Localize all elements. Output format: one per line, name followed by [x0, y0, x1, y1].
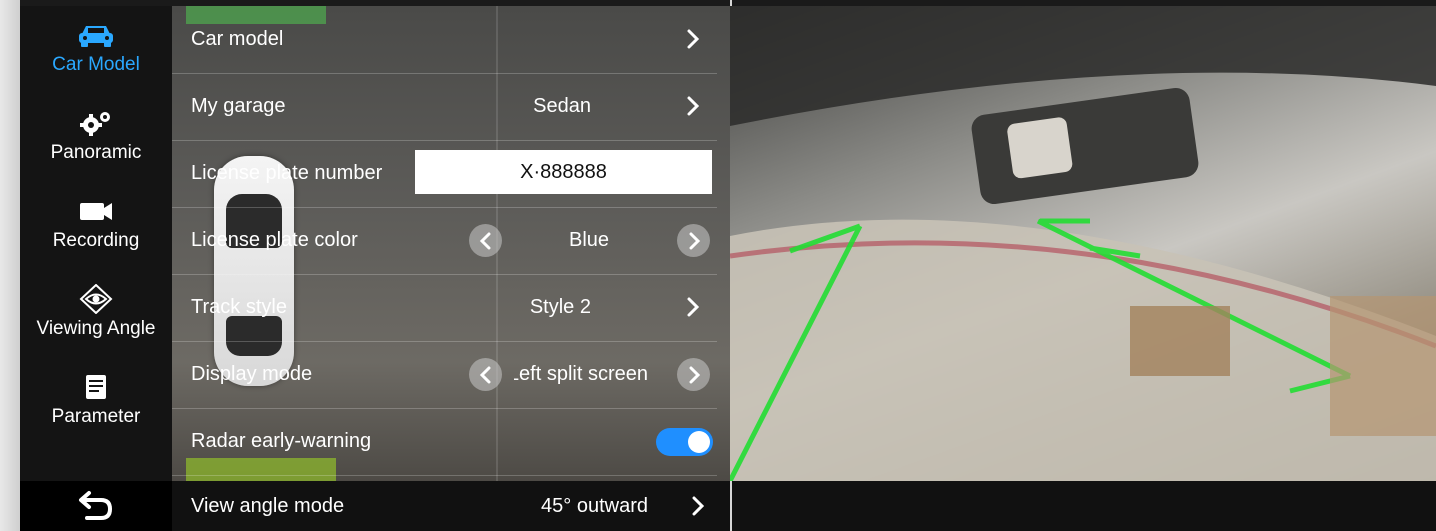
- rear-camera-view: [730, 6, 1436, 481]
- row-license-plate-color: License plate color Blue: [172, 207, 717, 275]
- sidebar-item-viewing-angle[interactable]: Viewing Angle: [20, 270, 172, 358]
- row-label: License plate number: [191, 162, 383, 184]
- previous-color-button[interactable]: [469, 224, 502, 257]
- row-label: Radar early-warning: [191, 430, 372, 452]
- sidebar-item-label: Car Model: [52, 54, 140, 75]
- camera-scene: [730, 6, 1436, 481]
- row-value: Sedan: [533, 95, 591, 117]
- screen-edge: [0, 0, 20, 531]
- row-label: Track style: [191, 296, 287, 318]
- back-button[interactable]: [20, 481, 172, 531]
- row-my-garage[interactable]: My garage Sedan: [172, 73, 717, 141]
- row-label: Car model: [191, 28, 284, 50]
- sidebar-item-label: Viewing Angle: [36, 318, 156, 339]
- row-view-angle-mode[interactable]: View angle mode 45° outward: [172, 481, 730, 531]
- video-camera-icon: [80, 203, 112, 220]
- sidebar-item-label: Recording: [52, 230, 140, 251]
- chevron-left-icon: [479, 232, 491, 250]
- sidebar-item-label: Parameter: [51, 406, 141, 427]
- sidebar: Car Model Panoramic Recording Viewing An…: [20, 6, 172, 481]
- row-value: Left split screen: [514, 341, 648, 408]
- sidebar-item-car-model[interactable]: Car Model: [20, 6, 172, 94]
- car-icon: [79, 26, 113, 47]
- chevron-right-icon: [687, 96, 700, 116]
- chevron-right-icon: [689, 232, 701, 250]
- eye-diamond-icon: [79, 284, 113, 314]
- sidebar-item-recording[interactable]: Recording: [20, 182, 172, 270]
- sidebar-item-parameter[interactable]: Parameter: [20, 358, 172, 446]
- row-label: My garage: [191, 95, 286, 117]
- row-label: Display mode: [191, 363, 313, 385]
- row-track-style[interactable]: Track style Style 2: [172, 274, 717, 342]
- row-label: License plate color: [191, 229, 358, 251]
- chevron-right-icon: [689, 366, 701, 384]
- row-display-mode: Display mode Left split screen: [172, 341, 717, 409]
- row-radar-early-warning: Radar early-warning: [172, 408, 717, 476]
- display-mode-value: Left split screen: [514, 363, 648, 385]
- next-color-button[interactable]: [677, 224, 710, 257]
- row-value: Style 2: [529, 296, 591, 318]
- sidebar-item-label: Panoramic: [50, 142, 142, 163]
- chevron-right-icon: [687, 29, 700, 49]
- chevron-left-icon: [479, 366, 491, 384]
- previous-mode-button[interactable]: [469, 358, 502, 391]
- chevron-right-icon: [692, 496, 705, 516]
- row-value: 45° outward: [541, 495, 648, 517]
- gears-icon: [80, 112, 110, 136]
- license-plate-input[interactable]: X·888888: [415, 150, 712, 194]
- row-value: Blue: [568, 229, 610, 251]
- document-icon: [86, 375, 106, 399]
- sidebar-item-panoramic[interactable]: Panoramic: [20, 94, 172, 182]
- row-car-model[interactable]: Car model: [172, 6, 717, 74]
- back-arrow-icon: [79, 491, 113, 520]
- settings-panel: Car model My garage Sedan License plate …: [172, 6, 730, 481]
- row-label: View angle mode: [191, 495, 345, 517]
- toggle-knob: [688, 431, 710, 453]
- row-license-plate-number: License plate number X·888888: [172, 140, 717, 208]
- radar-warning-toggle[interactable]: [656, 428, 713, 456]
- chevron-right-icon: [687, 297, 700, 317]
- app-frame: Car Model Panoramic Recording Viewing An…: [0, 0, 1436, 531]
- next-mode-button[interactable]: [677, 358, 710, 391]
